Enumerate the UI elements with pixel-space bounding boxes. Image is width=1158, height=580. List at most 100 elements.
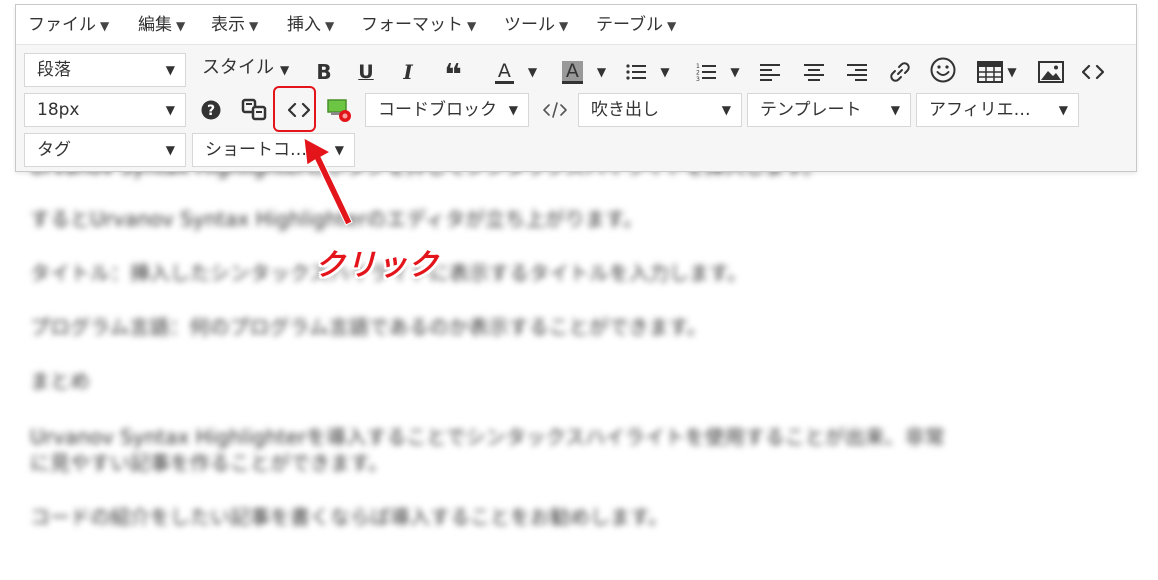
chevron-down-icon: ▼: [176, 19, 186, 33]
affiliate-select-value: アフィリエ…: [929, 100, 1031, 120]
shortcode-select[interactable]: ショートコ… ▼: [192, 133, 355, 167]
chevron-down-icon: ▼: [249, 19, 259, 33]
article-line: するとUrvanov Syntax Highlighterのエディタが立ち上がり…: [30, 207, 643, 231]
chevron-down-icon: ▼: [334, 143, 344, 157]
inline-code-button[interactable]: [541, 93, 569, 127]
svg-text:3: 3: [696, 76, 700, 82]
insert-table-button[interactable]: ▼: [972, 55, 1022, 89]
align-right-icon: [847, 64, 867, 81]
menu-insert-label: 挿入: [287, 15, 321, 35]
chevron-down-icon: ▼: [666, 19, 677, 33]
code-block-select[interactable]: コードブロック ▼: [365, 93, 529, 127]
insert-link-button[interactable]: [887, 55, 913, 89]
sync-block-button[interactable]: [240, 93, 270, 127]
style-dropdown-label: スタイル: [202, 57, 274, 78]
chevron-down-icon: ▼: [596, 65, 607, 79]
help-button[interactable]: ?: [200, 93, 222, 127]
paragraph-select[interactable]: 段落 ▼: [24, 53, 186, 87]
bold-button[interactable]: B: [312, 55, 336, 89]
menu-tools-label: ツール: [504, 15, 555, 35]
chevron-down-icon: ▼: [165, 63, 175, 77]
article-line: に見やすい記事を作ることができます。: [30, 451, 388, 475]
template-select[interactable]: テンプレート ▼: [747, 93, 911, 127]
align-left-icon: [760, 64, 780, 81]
article-line: コードの紹介をしたい記事を書くならば導入することをお勧めします。: [30, 505, 668, 529]
paragraph-select-value: 段落: [37, 60, 71, 80]
article-heading: まとめ: [30, 369, 90, 393]
shortcode-select-value: ショートコ…: [205, 140, 307, 160]
menu-file[interactable]: ファイル ▼: [28, 5, 109, 45]
text-color-button[interactable]: A ▼: [484, 55, 548, 89]
underline-icon: U: [358, 61, 374, 83]
italic-button[interactable]: I: [396, 55, 420, 89]
chevron-down-icon: ▼: [467, 19, 477, 33]
menu-view[interactable]: 表示 ▼: [211, 5, 258, 45]
chevron-down-icon: ▼: [721, 103, 731, 117]
code-block-select-value: コードブロック: [378, 100, 497, 120]
bullet-list-button[interactable]: ▼: [622, 55, 674, 89]
font-size-select[interactable]: 18px ▼: [24, 93, 186, 127]
blockquote-button[interactable]: ❝: [440, 55, 466, 93]
menu-edit[interactable]: 編集 ▼: [138, 5, 185, 45]
bullet-list-icon: [626, 64, 647, 80]
tag-select[interactable]: タグ ▼: [24, 133, 186, 167]
quote-icon: ❝: [444, 58, 462, 93]
align-center-icon: [804, 64, 824, 81]
chevron-down-icon: ▼: [527, 65, 538, 79]
link-icon: [890, 62, 910, 82]
article-line: プログラム言語：何のプログラム言語であるのか表示することができます。: [30, 315, 707, 339]
sync-icon: [241, 98, 267, 121]
image-icon: [1038, 61, 1064, 83]
template-select-value: テンプレート: [760, 100, 862, 120]
table-icon: [977, 61, 1004, 83]
chevron-down-icon: ▼: [165, 143, 175, 157]
chevron-down-icon: ▼: [890, 103, 900, 117]
menu-table-label: テーブル: [596, 15, 663, 35]
bold-icon: B: [316, 60, 332, 84]
editor-menubar: ファイル ▼ 編集 ▼ 表示 ▼ 挿入 ▼ フォーマット ▼ ツール ▼ テーブル ▼: [16, 5, 1136, 45]
chevron-down-icon: ▼: [100, 19, 110, 33]
help-icon: ?: [201, 100, 221, 120]
chevron-down-icon: ▼: [660, 65, 670, 79]
menu-tools[interactable]: ツール ▼: [504, 5, 568, 45]
text-color-icon: A: [494, 61, 514, 84]
chevron-down-icon: ▼: [325, 19, 335, 33]
affiliate-select[interactable]: アフィリエ… ▼: [916, 93, 1079, 127]
menu-insert[interactable]: 挿入 ▼: [287, 5, 334, 45]
marker-icon: [327, 99, 351, 122]
annotation-label: クリック: [315, 248, 439, 283]
menu-view-label: 表示: [211, 15, 245, 35]
align-left-button[interactable]: [758, 55, 782, 89]
insert-image-button[interactable]: [1037, 55, 1065, 89]
background-color-button[interactable]: A ▼: [550, 55, 618, 89]
chevron-down-icon: ▼: [165, 103, 175, 117]
speech-balloon-select[interactable]: 吹き出し ▼: [578, 93, 742, 127]
menu-edit-label: 編集: [138, 15, 172, 35]
code-slash-icon: [543, 102, 567, 118]
numbered-list-button[interactable]: 1 2 3 ▼: [692, 55, 744, 89]
style-dropdown[interactable]: スタイル ▼: [202, 49, 289, 83]
highlight-color-icon: A: [561, 60, 583, 84]
chevron-down-icon: ▼: [508, 103, 518, 117]
marker-plugin-button[interactable]: [326, 93, 354, 127]
menu-format[interactable]: フォーマット ▼: [361, 5, 476, 45]
chevron-down-icon: ▼: [280, 63, 290, 77]
chevron-down-icon: ▼: [730, 65, 740, 79]
highlight-box: [273, 86, 316, 132]
emoticon-button[interactable]: [928, 53, 958, 87]
menu-format-label: フォーマット: [361, 15, 463, 35]
smiley-icon: [930, 57, 956, 83]
underline-button[interactable]: U: [354, 55, 378, 89]
menu-file-label: ファイル: [28, 15, 96, 35]
code-icon: [1082, 64, 1104, 80]
align-center-button[interactable]: [802, 55, 826, 89]
font-size-select-value: 18px: [37, 100, 80, 120]
source-code-button[interactable]: [1080, 55, 1106, 89]
align-right-button[interactable]: [845, 55, 869, 89]
rich-text-editor: ファイル ▼ 編集 ▼ 表示 ▼ 挿入 ▼ フォーマット ▼ ツール ▼ テーブル ▼ 段落 …: [15, 4, 1137, 172]
chevron-down-icon: ▼: [1007, 65, 1017, 79]
chevron-down-icon: ▼: [1058, 103, 1068, 117]
tag-select-value: タグ: [37, 140, 71, 160]
menu-table[interactable]: テーブル ▼: [596, 5, 676, 45]
numbered-list-icon: 1 2 3: [696, 63, 717, 82]
